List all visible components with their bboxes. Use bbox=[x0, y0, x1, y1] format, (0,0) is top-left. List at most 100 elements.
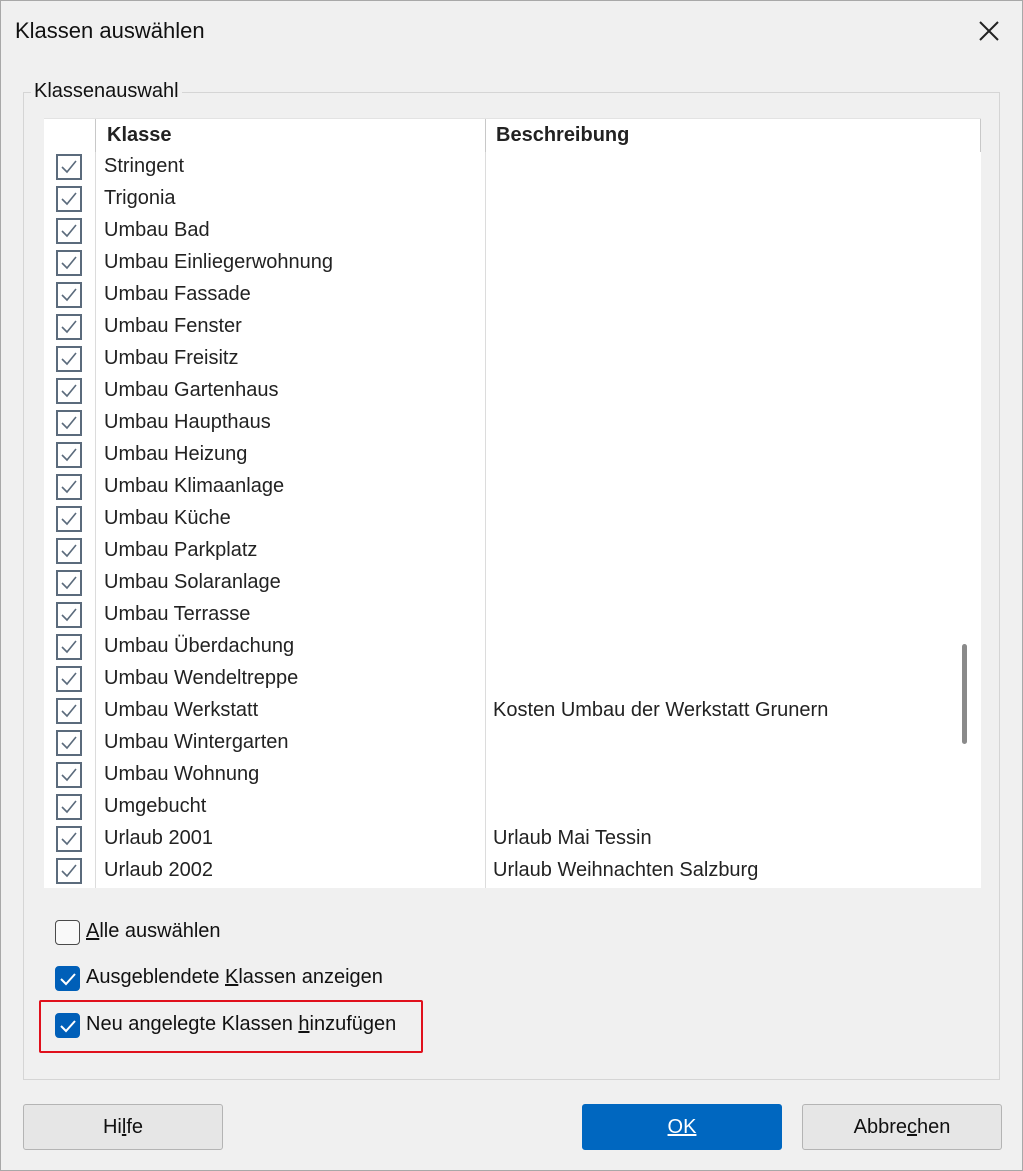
show-hidden-classes-checkbox[interactable]: Ausgeblendete Klassen anzeigen bbox=[55, 966, 395, 994]
checkmark-icon bbox=[61, 704, 77, 718]
checkmark-icon bbox=[61, 672, 77, 686]
row-checkbox-checked[interactable] bbox=[56, 186, 82, 212]
checkmark-icon bbox=[61, 288, 77, 302]
dialog-title: Klassen auswählen bbox=[15, 18, 205, 43]
row-checkbox-checked[interactable] bbox=[56, 826, 82, 852]
class-name-cell: Umbau Überdachung bbox=[104, 635, 295, 657]
class-name-cell: Umbau Klimaanlage bbox=[104, 475, 285, 497]
table-row[interactable]: Umbau Wohnung bbox=[44, 760, 947, 792]
row-checkbox-checked[interactable] bbox=[56, 474, 82, 500]
table-row[interactable]: Umbau Werkstatt Kosten Umbau der Werkstat… bbox=[44, 696, 947, 728]
table-row[interactable]: Umbau Freisitz bbox=[44, 344, 947, 376]
column-header-class[interactable]: Klasse bbox=[107, 119, 172, 152]
row-checkbox-checked[interactable] bbox=[56, 314, 82, 340]
cancel-button[interactable]: Abbrechen bbox=[802, 1104, 1002, 1150]
table-row[interactable]: Umbau Einliegerwohnung bbox=[44, 248, 947, 280]
class-name-cell: Umbau Freisitz bbox=[104, 347, 239, 369]
title-bar: Klassen auswählen bbox=[1, 1, 1022, 61]
table-row[interactable]: Umbau Wendeltreppe bbox=[44, 664, 947, 696]
class-name-cell: Umbau Wintergarten bbox=[104, 731, 289, 753]
row-checkbox-checked[interactable] bbox=[56, 154, 82, 180]
header-divider bbox=[980, 119, 981, 152]
class-name-cell: Umbau Gartenhaus bbox=[104, 379, 279, 401]
ok-button[interactable]: OK bbox=[582, 1104, 782, 1150]
table-row[interactable]: Umbau Heizung bbox=[44, 440, 947, 472]
description-cell: Urlaub Mai Tessin bbox=[493, 827, 652, 849]
table-row[interactable]: Stringent bbox=[44, 152, 947, 184]
row-checkbox-checked[interactable] bbox=[56, 506, 82, 532]
table-row[interactable]: Urlaub 2002 Urlaub Weihnachten Salzburg bbox=[44, 856, 947, 888]
row-checkbox-checked[interactable] bbox=[56, 634, 82, 660]
table-row[interactable]: Trigonia bbox=[44, 184, 947, 216]
class-name-cell: Umbau Wendeltreppe bbox=[104, 667, 299, 689]
class-name-cell: Umbau Haupthaus bbox=[104, 411, 271, 433]
checkmark-icon bbox=[61, 384, 77, 398]
row-checkbox-checked[interactable] bbox=[56, 250, 82, 276]
class-name-cell: Urlaub 2002 bbox=[104, 859, 213, 881]
row-checkbox-checked[interactable] bbox=[56, 538, 82, 564]
table-row[interactable]: Umbau Wintergarten bbox=[44, 728, 947, 760]
row-checkbox-checked[interactable] bbox=[56, 666, 82, 692]
row-checkbox-checked[interactable] bbox=[56, 858, 82, 884]
table-row[interactable]: Umbau Bad bbox=[44, 216, 947, 248]
table-row[interactable]: Urlaub 2001 Urlaub Mai Tessin bbox=[44, 824, 947, 856]
checkmark-icon bbox=[61, 864, 77, 878]
table-row[interactable]: Umbau Klimaanlage bbox=[44, 472, 947, 504]
checkmark-icon bbox=[61, 512, 77, 526]
row-checkbox-checked[interactable] bbox=[56, 218, 82, 244]
checkmark-icon bbox=[61, 352, 77, 366]
row-checkbox-checked[interactable] bbox=[56, 282, 82, 308]
checkmark-icon bbox=[61, 320, 77, 334]
table-row[interactable]: Umbau Fassade bbox=[44, 280, 947, 312]
class-name-cell: Umgebucht bbox=[104, 795, 207, 817]
description-cell: Urlaub Weihnachten Salzburg bbox=[493, 859, 759, 881]
row-checkbox-checked[interactable] bbox=[56, 698, 82, 724]
class-name-cell: Umbau Heizung bbox=[104, 443, 248, 465]
select-all-checkbox[interactable]: Alle auswählen bbox=[55, 920, 255, 948]
table-row[interactable]: Umgebucht bbox=[44, 792, 947, 824]
vertical-scrollbar[interactable] bbox=[947, 152, 981, 888]
checkmark-icon bbox=[61, 736, 77, 750]
help-button[interactable]: Hilfe bbox=[23, 1104, 223, 1150]
class-name-cell: Umbau Bad bbox=[104, 219, 210, 241]
row-checkbox-checked[interactable] bbox=[56, 442, 82, 468]
row-checkbox-checked[interactable] bbox=[56, 602, 82, 628]
header-divider[interactable] bbox=[485, 119, 486, 152]
row-checkbox-checked[interactable] bbox=[56, 570, 82, 596]
row-checkbox-checked[interactable] bbox=[56, 346, 82, 372]
row-checkbox-checked[interactable] bbox=[56, 378, 82, 404]
checkbox-checked-icon bbox=[55, 966, 80, 991]
row-checkbox-checked[interactable] bbox=[56, 794, 82, 820]
class-name-cell: Stringent bbox=[104, 155, 185, 177]
table-row[interactable]: Umbau Terrasse bbox=[44, 600, 947, 632]
row-checkbox-checked[interactable] bbox=[56, 762, 82, 788]
checkmark-icon bbox=[61, 416, 77, 430]
table-row[interactable]: Umbau Solaranlage bbox=[44, 568, 947, 600]
row-checkbox-checked[interactable] bbox=[56, 410, 82, 436]
table-row[interactable]: Umbau Parkplatz bbox=[44, 536, 947, 568]
grid-header: Klasse Beschreibung bbox=[44, 118, 981, 153]
table-row[interactable]: Umbau Überdachung bbox=[44, 632, 947, 664]
close-button[interactable] bbox=[966, 9, 1012, 53]
class-list[interactable]: Stringent Trigonia Umbau Bad Umbau Einliege… bbox=[44, 152, 947, 888]
table-row[interactable]: Umbau Haupthaus bbox=[44, 408, 947, 440]
group-label: Klassenauswahl bbox=[31, 80, 182, 103]
checkmark-icon bbox=[61, 800, 77, 814]
table-row[interactable]: Umbau Küche bbox=[44, 504, 947, 536]
class-name-cell: Umbau Einliegerwohnung bbox=[104, 251, 334, 273]
description-cell: Kosten Umbau der Werkstatt Grunern bbox=[493, 699, 829, 721]
column-header-description[interactable]: Beschreibung bbox=[496, 119, 629, 152]
checkmark-icon bbox=[61, 768, 77, 782]
table-row[interactable]: Umbau Fenster bbox=[44, 312, 947, 344]
row-checkbox-checked[interactable] bbox=[56, 730, 82, 756]
checkmark-icon bbox=[61, 640, 77, 654]
class-name-cell: Umbau Parkplatz bbox=[104, 539, 258, 561]
checkmark-icon bbox=[61, 480, 77, 494]
class-name-cell: Umbau Terrasse bbox=[104, 603, 251, 625]
class-name-cell: Umbau Wohnung bbox=[104, 763, 260, 785]
add-new-classes-checkbox[interactable]: Neu angelegte Klassen hinzufügen bbox=[55, 1013, 415, 1041]
checkmark-icon bbox=[61, 576, 77, 590]
select-all-label: Alle auswählen bbox=[86, 920, 221, 942]
scroll-thumb[interactable] bbox=[962, 644, 967, 744]
table-row[interactable]: Umbau Gartenhaus bbox=[44, 376, 947, 408]
